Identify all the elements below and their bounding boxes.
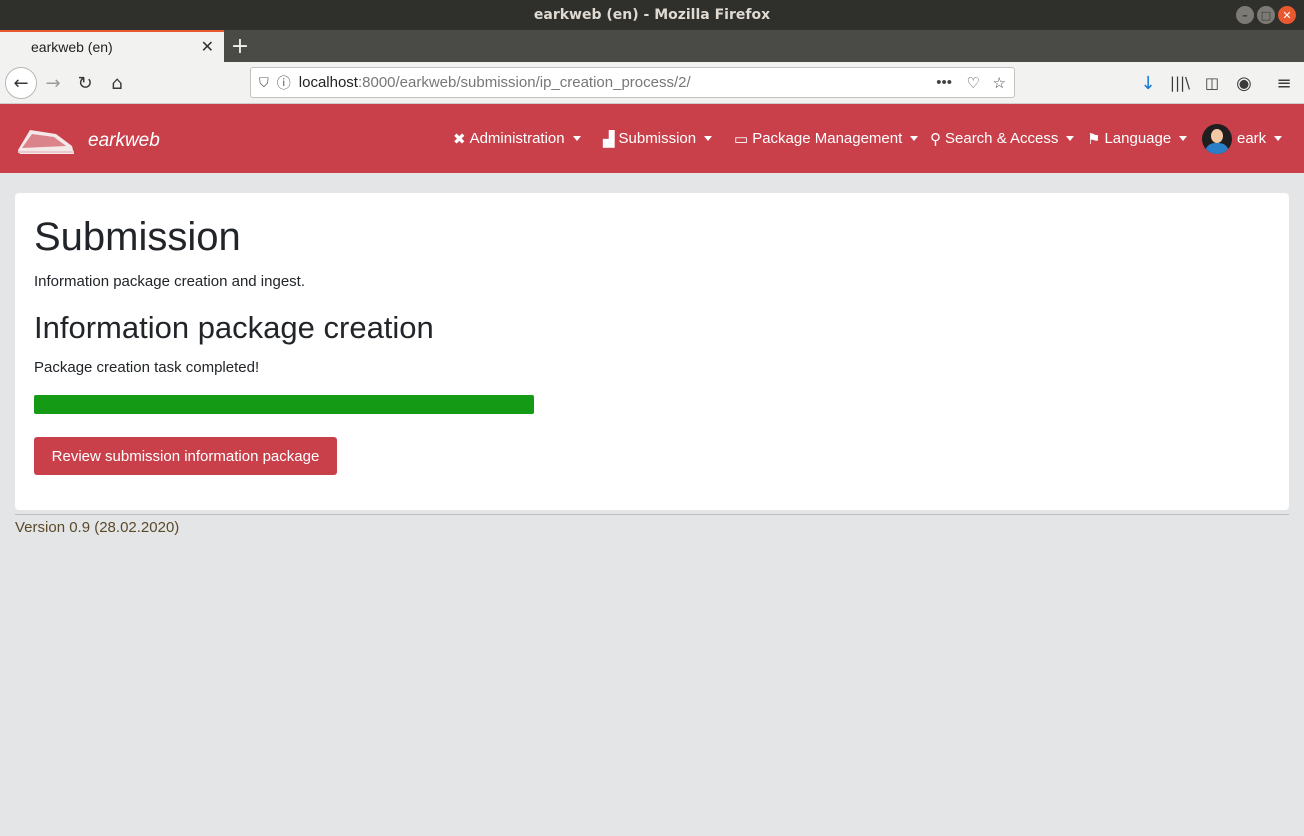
menu-language[interactable]: ⚑ Language (1087, 104, 1188, 173)
tab-title: earkweb (en) (31, 39, 113, 55)
page-actions-icon[interactable]: ••• (936, 74, 952, 91)
menu-package-management[interactable]: ▭ Package Management (734, 104, 919, 173)
app-header: earkweb ✖ Administration ▟ Submission ▭ … (0, 104, 1304, 173)
browser-tab[interactable]: earkweb (en) ✕ (0, 30, 224, 62)
tab-bar: earkweb (en) ✕ + (0, 30, 1304, 62)
tracking-shield-icon[interactable]: ⛉ (259, 75, 269, 91)
version-text: Version 0.9 (28.02.2020) (15, 519, 180, 536)
home-icon[interactable]: ⌂ (102, 62, 132, 104)
menu-submission[interactable]: ▟ Submission (603, 104, 713, 173)
url-path: :8000/earkweb/submission/ip_creation_pro… (357, 74, 691, 91)
window-controls: – □ ✕ (1236, 6, 1296, 24)
page-title: Submission (34, 215, 241, 259)
status-text: Package creation task completed! (34, 359, 260, 376)
page-lead: Information package creation and ingest. (34, 273, 306, 290)
boxes-icon: ▟ (603, 130, 615, 148)
menu-package-management-label: Package Management (752, 130, 903, 147)
browser-toolbar: ← → ↻ ⌂ ⛉ ⓘ localhost:8000/earkweb/submi… (0, 62, 1304, 104)
footer-divider (15, 514, 1289, 515)
avatar-icon (1202, 123, 1232, 154)
chevron-down-icon (910, 136, 919, 141)
app-brand[interactable]: earkweb (88, 130, 160, 152)
menu-language-label: Language (1104, 130, 1172, 147)
window-title: earkweb (en) - Mozilla Firefox (533, 7, 771, 23)
content-card: Submission Information package creation … (15, 193, 1289, 510)
pocket-icon[interactable]: ♡ (967, 74, 980, 92)
menu-user[interactable]: eark (1202, 104, 1283, 173)
account-icon[interactable]: ◉ (1230, 62, 1258, 104)
progress-fill (34, 395, 534, 414)
back-arrow-icon: ← (5, 67, 37, 99)
menu-user-label: eark (1237, 130, 1267, 147)
library-icon[interactable]: |||\ (1166, 62, 1194, 104)
earkweb-logo-icon[interactable] (16, 124, 76, 156)
menu-submission-label: Submission (618, 130, 697, 147)
chevron-down-icon (1274, 136, 1283, 141)
chevron-down-icon (572, 136, 581, 141)
section-title: Information package creation (34, 310, 434, 345)
new-tab-icon[interactable]: + (224, 30, 256, 62)
maximize-icon[interactable]: □ (1257, 6, 1275, 24)
sidebar-icon[interactable]: ◫ (1198, 62, 1226, 104)
back-button[interactable]: ← (4, 62, 38, 104)
progress-bar (34, 395, 534, 414)
bookmark-star-icon[interactable]: ☆ (993, 74, 1006, 92)
close-tab-icon[interactable]: ✕ (201, 37, 214, 57)
url-host: localhost (298, 74, 358, 91)
archive-icon: ▭ (734, 130, 749, 148)
menu-search-access-label: Search & Access (945, 130, 1059, 147)
forward-arrow-icon[interactable]: → (38, 62, 68, 104)
url-bar[interactable]: ⛉ ⓘ localhost:8000/earkweb/submission/ip… (250, 67, 1015, 98)
window-titlebar: earkweb (en) - Mozilla Firefox – □ ✕ (0, 0, 1304, 30)
reload-icon[interactable]: ↻ (70, 62, 100, 104)
chevron-down-icon (1179, 136, 1188, 141)
menu-administration-label: Administration (469, 130, 565, 147)
flag-icon: ⚑ (1087, 130, 1101, 148)
info-icon[interactable]: ⓘ (277, 73, 291, 93)
chevron-down-icon (704, 136, 713, 141)
hamburger-menu-icon[interactable]: ≡ (1270, 62, 1298, 104)
chevron-down-icon (1066, 136, 1075, 141)
download-icon[interactable]: ↓ (1134, 62, 1162, 104)
minimize-icon[interactable]: – (1236, 6, 1254, 24)
close-window-icon[interactable]: ✕ (1278, 6, 1296, 24)
tools-icon: ✖ (453, 130, 466, 148)
menu-administration[interactable]: ✖ Administration (453, 104, 581, 173)
menu-search-access[interactable]: ⚲ Search & Access (930, 104, 1075, 173)
search-icon: ⚲ (930, 130, 941, 148)
review-sip-button[interactable]: Review submission information package (34, 437, 337, 475)
